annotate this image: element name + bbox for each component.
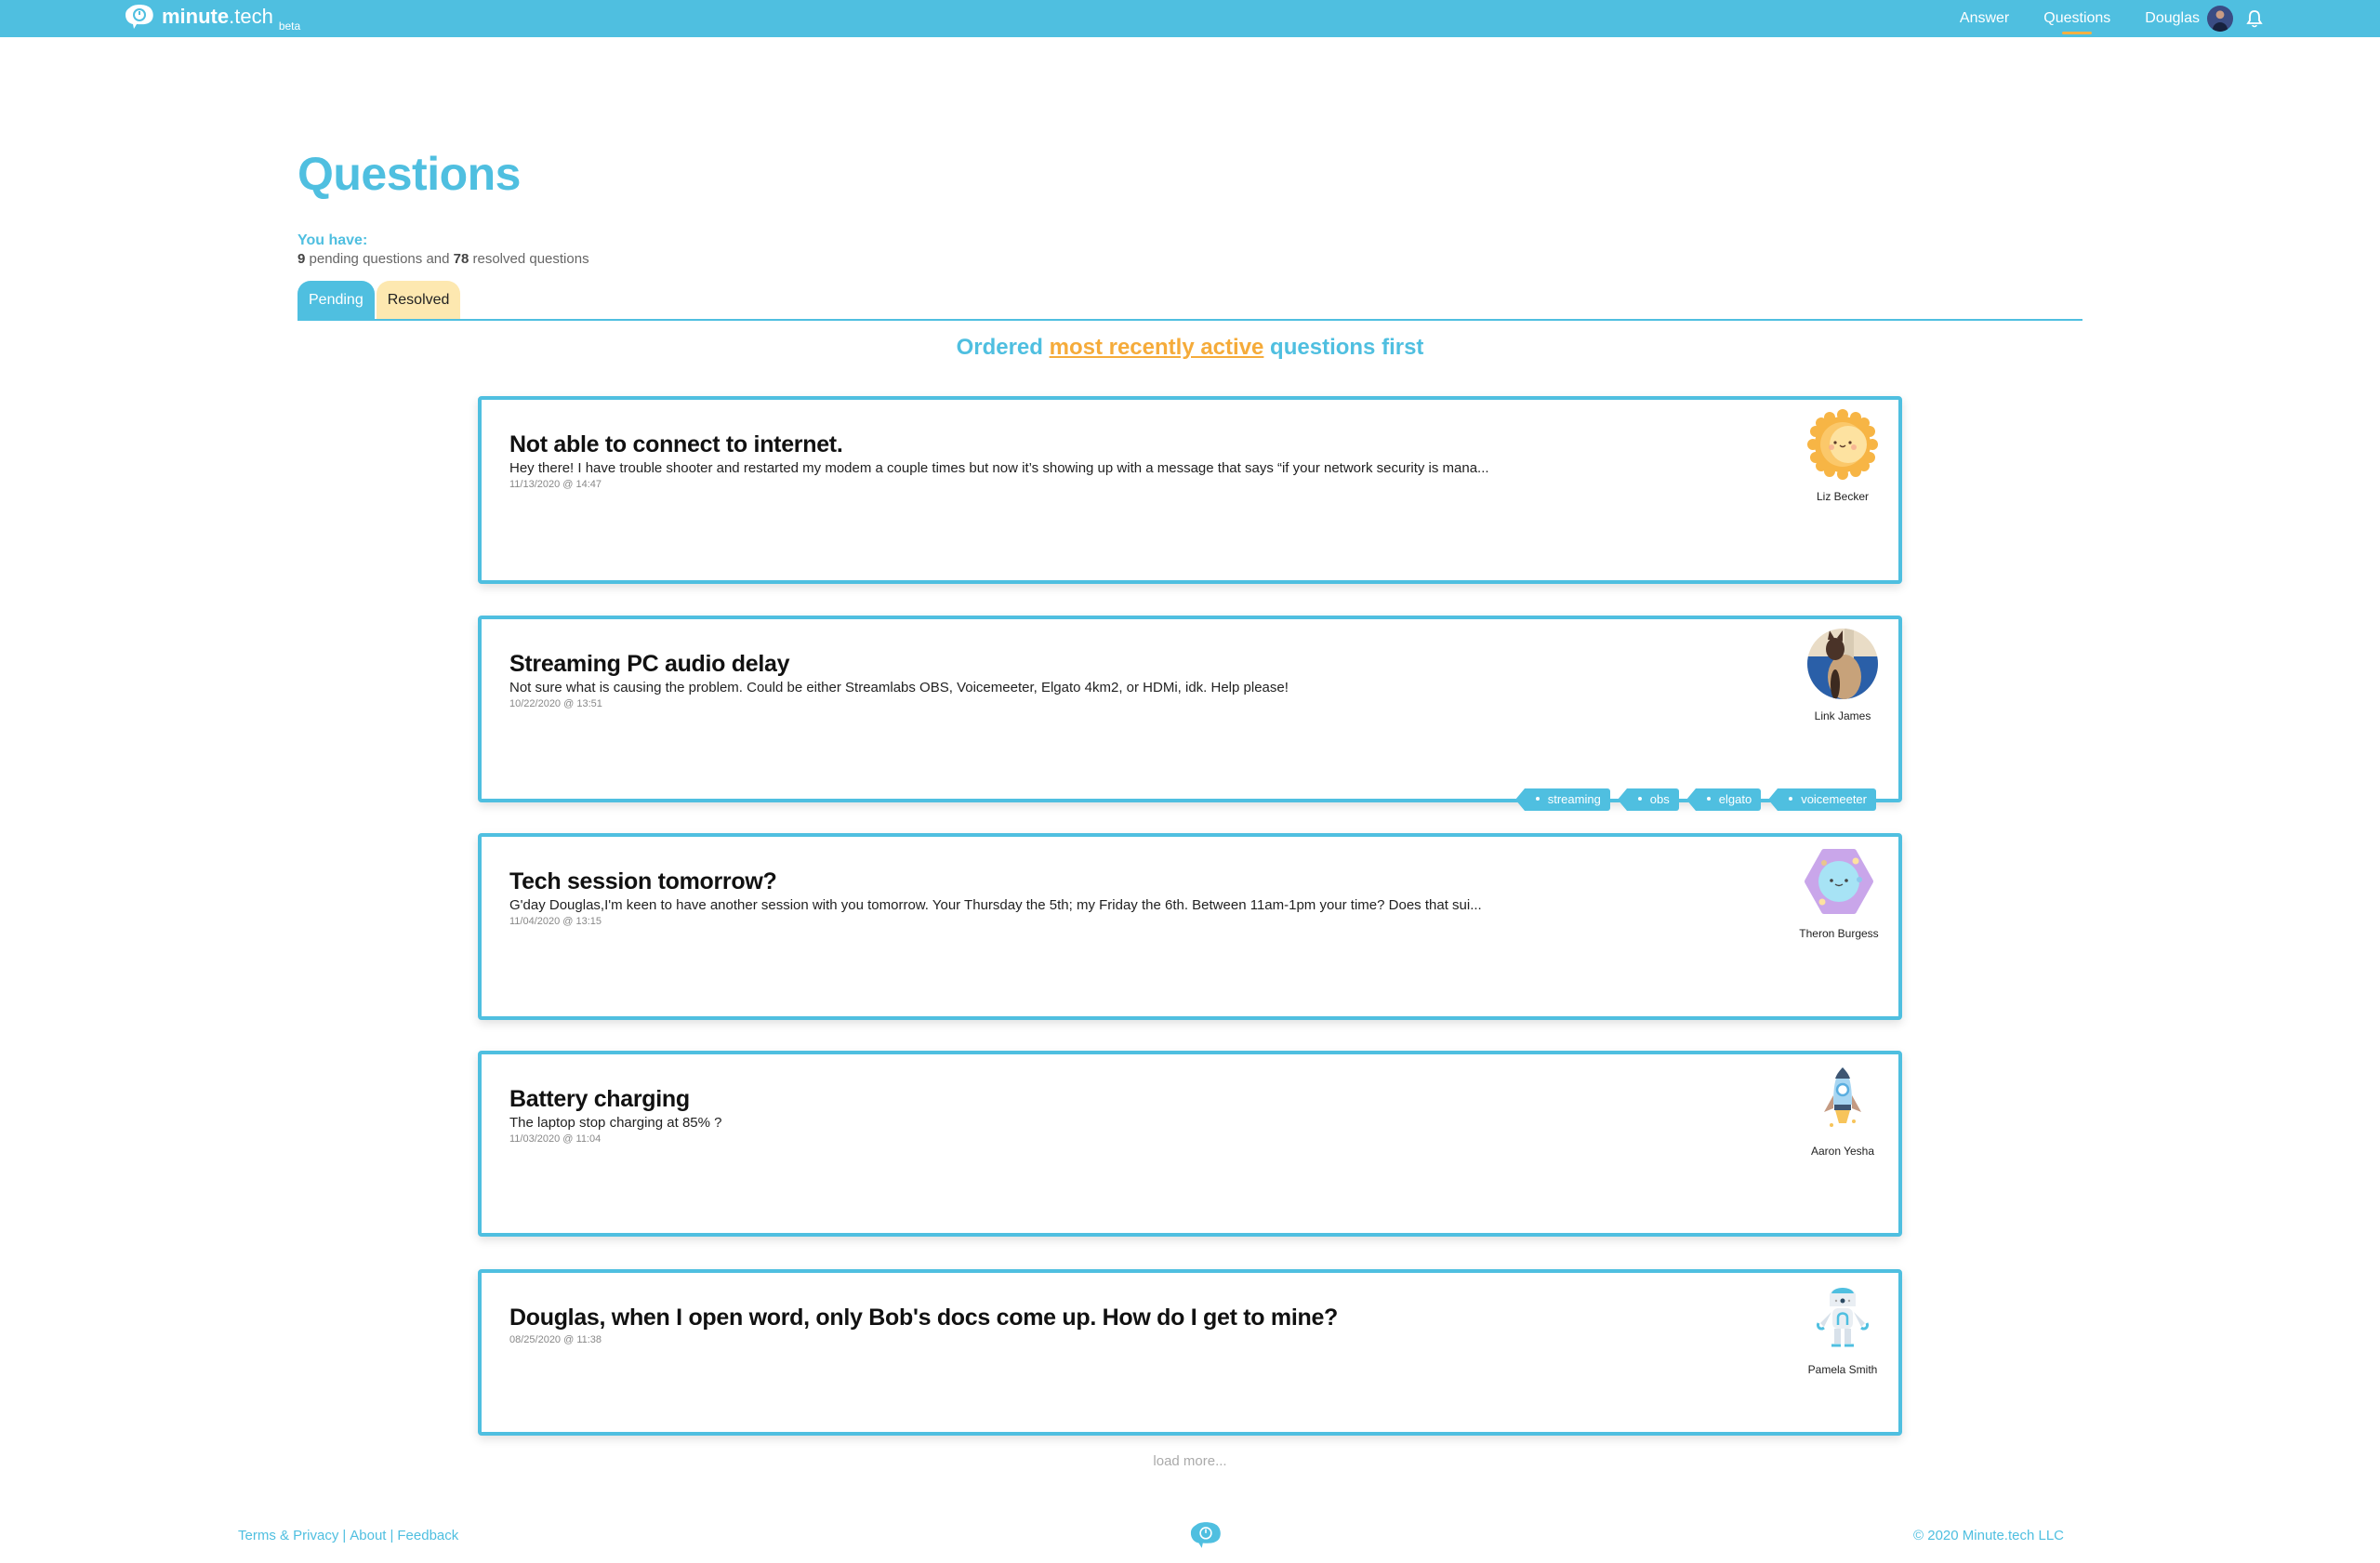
question-date: 10/22/2020 @ 13:51 (509, 698, 602, 709)
user-avatar[interactable] (2207, 6, 2233, 32)
question-title[interactable]: Not able to connect to internet. (509, 431, 843, 458)
question-preview: G'day Douglas,I'm keen to have another s… (509, 897, 1482, 913)
question-preview: Hey there! I have trouble shooter and re… (509, 460, 1489, 476)
main-nav: Answer Questions Douglas (1960, 0, 2380, 37)
tag-obs[interactable]: obs (1617, 788, 1679, 811)
question-date: 11/03/2020 @ 11:04 (509, 1133, 602, 1145)
terms-privacy-link[interactable]: Terms & Privacy (238, 1528, 338, 1543)
tag-list: streaming obs elgato voicemeeter (1508, 788, 1876, 811)
tag-voicemeeter[interactable]: voicemeeter (1768, 788, 1876, 811)
question-date: 11/13/2020 @ 14:47 (509, 479, 602, 490)
footer-logo-icon[interactable] (1189, 1521, 1223, 1549)
nav-answer[interactable]: Answer (1960, 10, 2009, 27)
asker: Link James (1796, 629, 1889, 722)
tag-elgato[interactable]: elgato (1686, 788, 1762, 811)
about-link[interactable]: About (350, 1528, 386, 1543)
brain-clock-logo-icon (126, 5, 153, 29)
tag-label: obs (1649, 792, 1670, 806)
nav-user-name[interactable]: Douglas (2145, 10, 2200, 27)
tag-label: elgato (1718, 792, 1752, 806)
asker-name: Theron Burgess (1799, 927, 1879, 940)
load-more-link[interactable]: load more... (0, 1453, 2380, 1469)
cat-photo-avatar (1807, 629, 1878, 699)
tab-pending[interactable]: Pending (298, 281, 375, 320)
footer-separator: | (342, 1528, 347, 1543)
robot-avatar-icon (1817, 1288, 1869, 1347)
asker-name: Liz Becker (1816, 490, 1870, 503)
question-title[interactable]: Streaming PC audio delay (509, 651, 790, 678)
tag-streaming[interactable]: streaming (1514, 788, 1610, 811)
summary-label: You have: (298, 232, 368, 248)
asker-name: Aaron Yesha (1810, 1145, 1875, 1158)
tag-label: voicemeeter (1801, 792, 1867, 806)
question-card[interactable]: Not able to connect to internet. Hey the… (478, 396, 1902, 584)
question-title[interactable]: Battery charging (509, 1086, 690, 1113)
question-preview: Not sure what is causing the problem. Co… (509, 680, 1289, 695)
top-navigation-bar: minute.tech beta Answer Questions Dougla… (0, 0, 2380, 37)
bell-icon[interactable] (2246, 9, 2263, 28)
question-card[interactable]: Tech session tomorrow? G'day Douglas,I'm… (478, 833, 1902, 1020)
asker: Pamela Smith (1796, 1282, 1889, 1376)
sort-order-link[interactable]: most recently active (1050, 335, 1264, 360)
question-card[interactable]: Douglas, when I open word, only Bob's do… (478, 1269, 1902, 1436)
question-counts: 9 pending questions and 78 resolved ques… (298, 251, 589, 267)
tab-resolved[interactable]: Resolved (376, 281, 461, 320)
sun-avatar-icon (1807, 409, 1878, 480)
beta-badge: beta (278, 20, 301, 33)
resolved-count: 78 (453, 251, 469, 267)
asker: Liz Becker (1796, 409, 1889, 503)
question-card[interactable]: Battery charging The laptop stop chargin… (478, 1051, 1902, 1237)
question-preview: The laptop stop charging at 85% ? (509, 1115, 722, 1131)
sort-suffix: questions first (1263, 335, 1424, 360)
tabs-divider (298, 319, 2082, 321)
logo-text-light: .tech (229, 5, 273, 28)
sort-prefix: Ordered (956, 335, 1050, 360)
question-tabs: Pending Resolved (298, 281, 461, 320)
footer-separator: | (390, 1528, 394, 1543)
question-date: 11/04/2020 @ 13:15 (509, 916, 602, 927)
asker-name: Pamela Smith (1807, 1363, 1878, 1376)
asker: Aaron Yesha (1796, 1064, 1889, 1158)
sort-order-text: Ordered most recently active questions f… (0, 335, 2380, 361)
asker: Theron Burgess (1792, 846, 1885, 940)
question-date: 08/25/2020 @ 11:38 (509, 1334, 602, 1345)
question-title[interactable]: Douglas, when I open word, only Bob's do… (509, 1305, 1338, 1331)
nav-questions[interactable]: Questions (2043, 10, 2110, 34)
footer-links: Terms & Privacy | About | Feedback (238, 1528, 458, 1543)
logo[interactable]: minute.tech beta (125, 4, 301, 33)
copyright: © 2020 Minute.tech LLC (1913, 1528, 2064, 1543)
asker-name: Link James (1814, 709, 1871, 722)
feedback-link[interactable]: Feedback (397, 1528, 458, 1543)
question-title[interactable]: Tech session tomorrow? (509, 868, 777, 895)
question-card[interactable]: Streaming PC audio delay Not sure what i… (478, 616, 1902, 811)
tag-label: streaming (1547, 792, 1601, 806)
page-title: Questions (298, 148, 521, 200)
rocket-avatar-icon (1824, 1067, 1861, 1127)
pending-label: pending questions and (305, 251, 454, 267)
resolved-label: resolved questions (469, 251, 589, 267)
planet-avatar-icon (1805, 849, 1873, 914)
logo-text-bold: minute (162, 5, 230, 28)
